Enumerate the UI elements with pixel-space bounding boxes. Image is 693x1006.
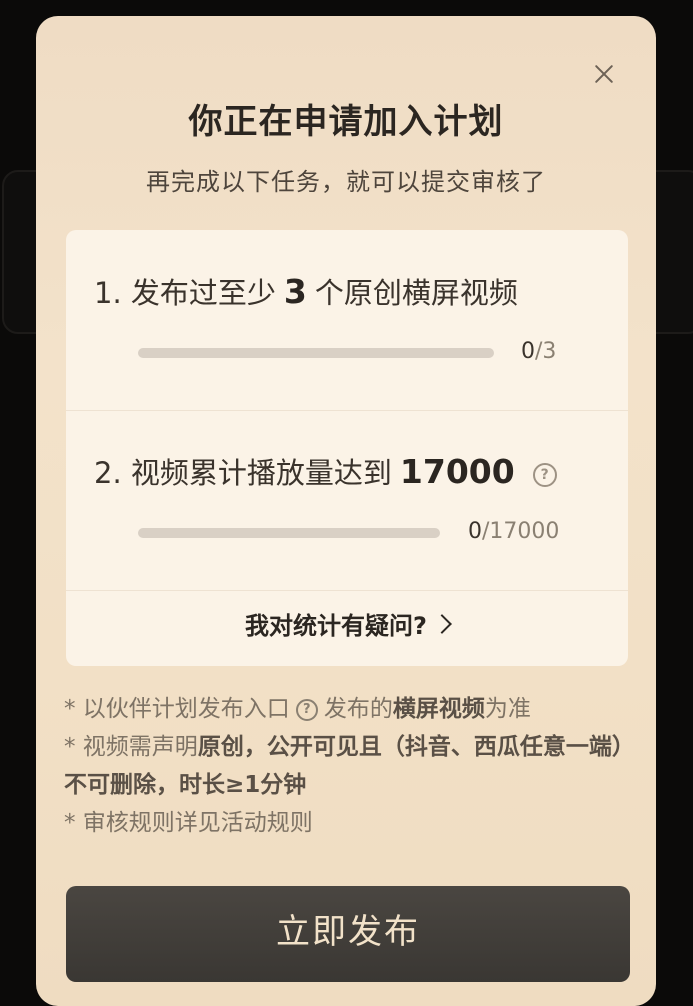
close-icon[interactable] <box>590 60 618 88</box>
task-1-text: 1. 发布过至少 3 个原创横屏视频 <box>94 272 518 311</box>
modal-subtitle: 再完成以下任务，就可以提交审核了 <box>146 168 546 196</box>
stats-question-link[interactable]: 我对统计有疑问? <box>66 606 628 641</box>
note-line-2: * 视频需声明原创，公开可见且（抖音、西瓜任意一端）不可删除，时长≥1分钟 <box>64 734 624 798</box>
notes-section: * 以伙伴计划发布入口? 发布的横屏视频为准 * 视频需声明原创，公开可见且（抖音… <box>64 690 634 842</box>
apply-plan-modal: 你正在申请加入计划 再完成以下任务，就可以提交审核了 1. 发布过至少 3 个原创横… <box>36 16 656 1006</box>
task-1-progress-bar <box>138 348 494 358</box>
task-2-number: 17000 <box>399 452 515 491</box>
question-circle-icon[interactable]: ? <box>295 698 318 721</box>
note-line-3: * 审核规则详见活动规则 <box>64 810 313 836</box>
task-card: 1. 发布过至少 3 个原创横屏视频 0/3 2. 视频累计播放量达到 17000? … <box>66 230 628 666</box>
task-2-text: 2. 视频累计播放量达到 17000? <box>94 450 557 492</box>
note-line-1: * 以伙伴计划发布入口? 发布的横屏视频为准 <box>64 696 531 722</box>
publish-now-button[interactable]: 立即发布 <box>66 886 630 982</box>
task-1-number: 3 <box>283 272 307 311</box>
chevron-right-icon <box>432 614 452 634</box>
task-item-2: 2. 视频累计播放量达到 17000? 0/17000 <box>66 410 628 591</box>
task-1-progress-text: 0/3 <box>521 339 557 364</box>
task-2-progress-bar <box>138 528 440 538</box>
modal-title: 你正在申请加入计划 <box>188 102 504 142</box>
task-2-progress-text: 0/17000 <box>468 519 560 544</box>
task-item-1: 1. 发布过至少 3 个原创横屏视频 0/3 <box>66 230 628 411</box>
question-circle-icon[interactable]: ? <box>532 463 557 487</box>
